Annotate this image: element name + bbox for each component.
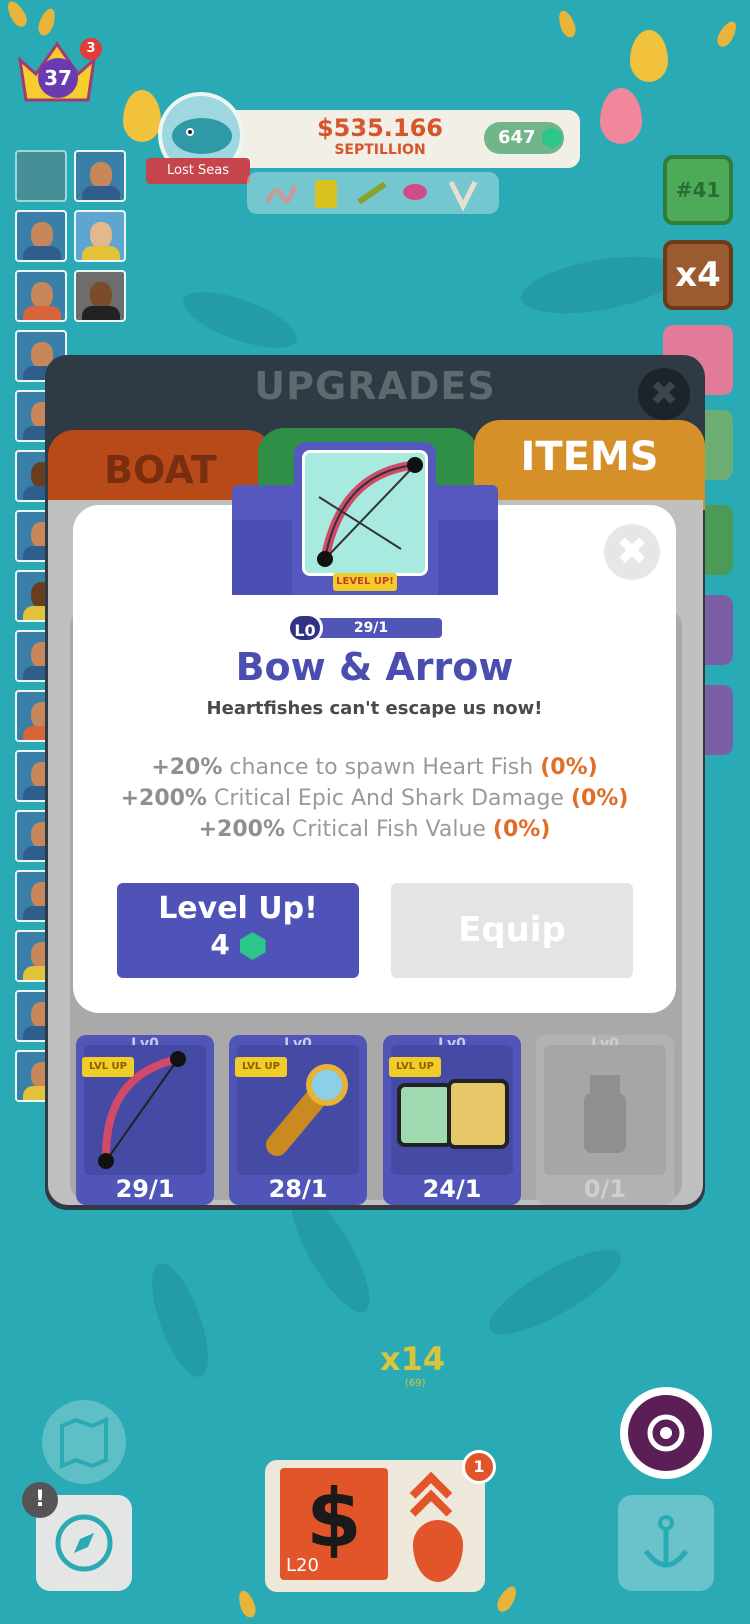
bottle-icon bbox=[584, 1075, 626, 1153]
pedestal-right bbox=[438, 520, 498, 595]
stat-current: (0%) bbox=[540, 755, 598, 780]
card-count: 24/1 bbox=[422, 1175, 482, 1203]
level-up-cost-row: 4 bbox=[117, 928, 359, 961]
item-title: Bow & Arrow bbox=[235, 645, 514, 689]
card-count: 29/1 bbox=[115, 1175, 175, 1203]
item-icon bbox=[302, 450, 428, 576]
reward-icon bbox=[628, 1395, 704, 1471]
fish-shadow bbox=[140, 1256, 220, 1384]
stat-line: +200% Critical Fish Value (0%) bbox=[73, 817, 676, 842]
gem-icon bbox=[239, 932, 266, 960]
notification-badge: 3 bbox=[80, 38, 102, 60]
spool-icon bbox=[315, 180, 337, 208]
fish-shadow bbox=[176, 280, 304, 360]
lvl-up-badge: LVL UP bbox=[235, 1057, 287, 1077]
avatar[interactable] bbox=[74, 210, 126, 262]
easter-egg bbox=[630, 30, 668, 82]
boost-badge[interactable]: x4 bbox=[663, 240, 733, 310]
card-count: 0/1 bbox=[583, 1175, 627, 1203]
stat-amount: +200% bbox=[120, 786, 207, 811]
leaf-decoration bbox=[555, 8, 579, 40]
item-card-bottle[interactable]: Lv0 0/1 bbox=[536, 1035, 674, 1205]
leaf-decoration bbox=[3, 0, 31, 30]
location-label: Lost Seas bbox=[146, 158, 250, 184]
upgrades-close-button[interactable]: ✖ bbox=[638, 368, 690, 420]
level-progress-text: 29/1 bbox=[353, 620, 389, 636]
item-card-line-spool[interactable]: Lv0 LVL UP 24/1 bbox=[383, 1035, 521, 1205]
anchor-icon bbox=[643, 1515, 689, 1568]
gem-count: 647 bbox=[498, 127, 536, 148]
lvl-up-badge: LVL UP bbox=[82, 1057, 134, 1077]
easter-egg bbox=[600, 88, 642, 144]
stat-line: +20% chance to spawn Heart Fish (0%) bbox=[73, 755, 676, 780]
item-card-bow[interactable]: Lv0 LVL UP 29/1 bbox=[76, 1035, 214, 1205]
catch-multiplier-sub: (69) bbox=[405, 1378, 426, 1389]
popup-close-button[interactable]: ✖ bbox=[604, 524, 660, 580]
bow-icon bbox=[317, 457, 423, 567]
player-level: 37 bbox=[38, 58, 78, 98]
stat-amount: +20% bbox=[151, 755, 223, 780]
equipment-bar[interactable] bbox=[247, 172, 499, 214]
item-card-spyglass[interactable]: Lv0 LVL UP 28/1 bbox=[229, 1035, 367, 1205]
level-up-tag: LEVEL UP! bbox=[333, 573, 397, 591]
stat-amount: +200% bbox=[198, 817, 285, 842]
notification-badge: 1 bbox=[462, 1450, 496, 1484]
money-amount: $535.166 bbox=[316, 114, 443, 142]
lvl-up-badge: LVL UP bbox=[389, 1057, 441, 1077]
stat-current: (0%) bbox=[570, 786, 629, 811]
equip-button[interactable]: Equip bbox=[391, 883, 633, 978]
anchor-button[interactable] bbox=[618, 1495, 714, 1591]
income-level: L20 bbox=[286, 1555, 319, 1576]
fly-icon bbox=[403, 184, 427, 200]
lure-icon bbox=[357, 181, 387, 205]
level-indicator: L0 bbox=[287, 613, 323, 643]
income-upgrade-button[interactable]: $ L20 bbox=[280, 1468, 388, 1580]
fish-shadow bbox=[516, 246, 684, 324]
avatar[interactable] bbox=[74, 270, 126, 322]
avatar[interactable] bbox=[15, 210, 67, 262]
level-up-label: Level Up! bbox=[158, 891, 318, 926]
leaf-decoration bbox=[35, 6, 59, 38]
gem-icon bbox=[541, 127, 562, 149]
avatar[interactable] bbox=[15, 150, 67, 202]
stat-text: chance to spawn Heart Fish bbox=[229, 755, 534, 780]
leaf-decoration bbox=[235, 1588, 259, 1620]
dollar-icon: $ bbox=[306, 1472, 362, 1565]
leaf-decoration bbox=[713, 18, 741, 50]
stat-text: Critical Fish Value bbox=[292, 817, 486, 842]
card-icon-area bbox=[544, 1045, 666, 1175]
pedestal-left bbox=[232, 520, 292, 595]
leaf-decoration bbox=[493, 1583, 521, 1615]
card-count: 28/1 bbox=[268, 1175, 328, 1203]
level-up-cost: 4 bbox=[210, 928, 230, 961]
map-button[interactable] bbox=[42, 1400, 126, 1484]
avatar[interactable] bbox=[74, 150, 126, 202]
rank-badge[interactable]: #41 bbox=[663, 155, 733, 225]
money-unit: SEPTILLION bbox=[334, 142, 426, 158]
gem-counter[interactable]: 647 bbox=[484, 122, 564, 154]
map-icon bbox=[60, 1416, 108, 1470]
fish-shadow bbox=[479, 1235, 631, 1349]
stat-text: Critical Epic And Shark Damage bbox=[213, 786, 564, 811]
tab-items[interactable]: ITEMS bbox=[474, 420, 705, 510]
alert-icon[interactable]: ! bbox=[22, 1482, 58, 1518]
horns-icon bbox=[448, 180, 478, 212]
stat-line: +200% Critical Epic And Shark Damage (0%… bbox=[73, 786, 676, 811]
worm-icon bbox=[264, 185, 298, 204]
upgrades-title: UPGRADES bbox=[254, 364, 496, 408]
easter-egg bbox=[123, 90, 161, 142]
level-up-button[interactable]: Level Up! 4 bbox=[117, 883, 359, 978]
avatar[interactable] bbox=[15, 270, 67, 322]
item-subtitle: Heartfishes can't escape us now! bbox=[206, 698, 543, 719]
catch-multiplier: x14 bbox=[380, 1340, 446, 1378]
stat-current: (0%) bbox=[492, 817, 551, 842]
